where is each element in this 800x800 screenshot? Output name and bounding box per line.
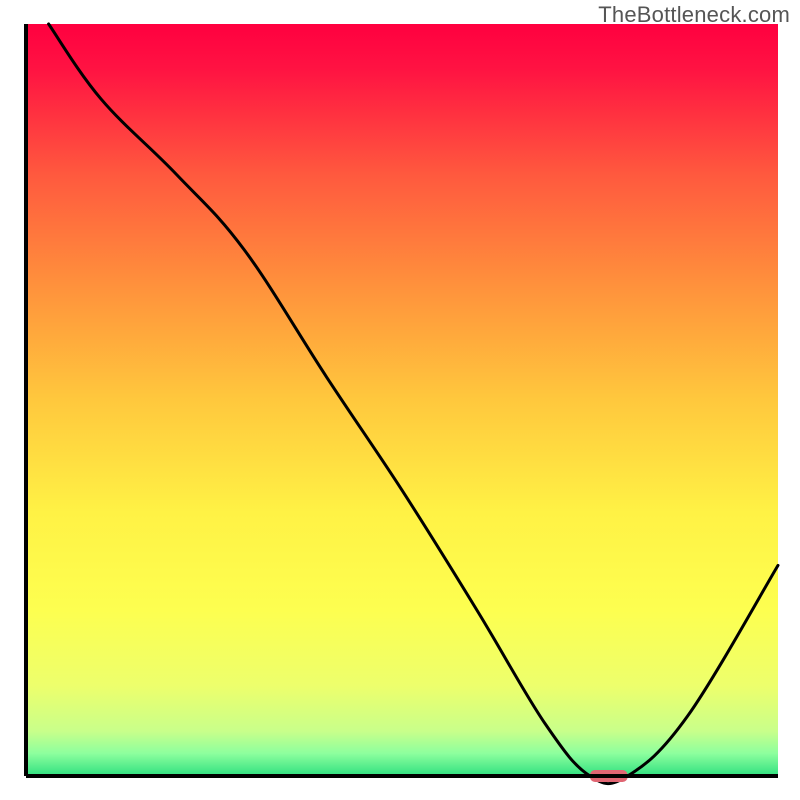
bottleneck-chart <box>0 0 800 800</box>
chart-container: TheBottleneck.com <box>0 0 800 800</box>
